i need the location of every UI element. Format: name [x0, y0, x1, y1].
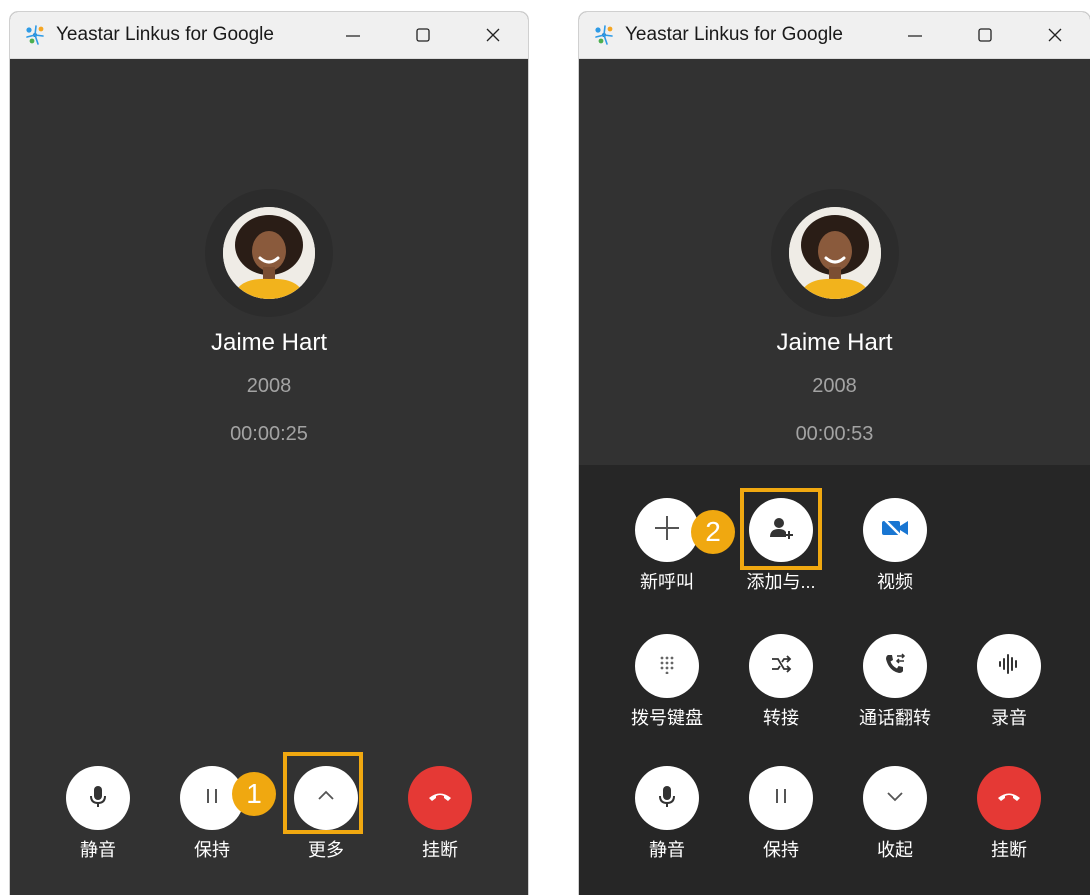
step-badge-1: 1	[232, 772, 276, 816]
hold-label: 保持	[763, 840, 799, 860]
record-icon	[997, 653, 1021, 680]
call-flip-label: 通话翻转	[859, 708, 931, 728]
video-button[interactable]	[863, 498, 927, 562]
hangup-label: 挂断	[422, 840, 458, 860]
hold-control: 保持	[731, 766, 831, 862]
record-control: 录音	[959, 634, 1059, 730]
maximize-icon[interactable]	[950, 12, 1020, 59]
hang-up-icon	[427, 789, 453, 808]
mute-button[interactable]	[66, 766, 130, 830]
collapse-label: 收起	[877, 840, 913, 860]
video-off-icon	[880, 517, 910, 544]
close-icon[interactable]	[458, 12, 528, 59]
more-button-highlight	[283, 752, 363, 834]
caller-extension: 2008	[246, 375, 292, 397]
pause-icon	[770, 785, 792, 812]
mute-button[interactable]	[635, 766, 699, 830]
call-timer: 00:00:25	[230, 423, 308, 445]
minimize-icon[interactable]	[880, 12, 950, 59]
plus-icon	[652, 513, 682, 548]
close-icon[interactable]	[1020, 12, 1090, 59]
more-label: 更多	[308, 840, 344, 860]
call-flip-icon	[883, 652, 907, 681]
dialpad-icon	[657, 654, 677, 679]
maximize-icon[interactable]	[388, 12, 458, 59]
hangup-control: 挂断	[959, 766, 1059, 862]
title-bar: Yeastar Linkus for Google	[579, 12, 1090, 59]
mute-label: 静音	[649, 840, 685, 860]
transfer-label: 转接	[763, 708, 799, 728]
microphone-icon	[85, 783, 111, 814]
app-logo-icon	[593, 24, 615, 46]
mute-control: 静音	[617, 766, 717, 862]
pause-icon	[201, 785, 223, 812]
call-timer: 00:00:53	[795, 423, 874, 445]
call-flip-control: 通话翻转	[845, 634, 945, 730]
call-flip-button[interactable]	[863, 634, 927, 698]
add-participant-label: 添加与...	[746, 572, 816, 592]
avatar	[788, 207, 881, 299]
microphone-icon	[654, 783, 680, 814]
window-title: Yeastar Linkus for Google	[625, 24, 843, 45]
record-label: 录音	[991, 708, 1027, 728]
hold-button[interactable]	[749, 766, 813, 830]
hangup-button[interactable]	[977, 766, 1041, 830]
call-window-1: Yeastar Linkus for Google Jaime Hart 200…	[10, 12, 528, 895]
avatar	[223, 207, 315, 299]
transfer-icon	[770, 653, 792, 680]
add-participant-highlight	[740, 488, 822, 570]
mute-label: 静音	[80, 840, 116, 860]
video-control: 视频	[845, 498, 945, 594]
app-logo-icon	[24, 24, 46, 46]
new-call-button[interactable]	[635, 498, 699, 562]
record-button[interactable]	[977, 634, 1041, 698]
title-bar: Yeastar Linkus for Google	[10, 12, 528, 59]
minimize-icon[interactable]	[318, 12, 388, 59]
caller-name: Jaime Hart	[210, 329, 328, 356]
mute-control: 静音	[48, 766, 148, 862]
dialpad-label: 拨号键盘	[631, 708, 703, 728]
video-label: 视频	[877, 572, 913, 592]
caller-name: Jaime Hart	[776, 329, 893, 356]
collapse-button[interactable]	[863, 766, 927, 830]
hold-label: 保持	[194, 840, 230, 860]
hang-up-icon	[996, 789, 1022, 808]
caller-extension: 2008	[812, 375, 857, 397]
hangup-label: 挂断	[991, 840, 1027, 860]
transfer-control: 转接	[731, 634, 831, 730]
transfer-button[interactable]	[749, 634, 813, 698]
dialpad-control: 拨号键盘	[617, 634, 717, 730]
step-badge-2: 2	[691, 510, 735, 554]
hangup-control: 挂断	[390, 766, 490, 862]
dialpad-button[interactable]	[635, 634, 699, 698]
chevron-down-icon	[884, 785, 906, 812]
hangup-button[interactable]	[408, 766, 472, 830]
window-title: Yeastar Linkus for Google	[56, 24, 274, 45]
call-window-2: Yeastar Linkus for Google Jaime Hart 200…	[579, 12, 1090, 895]
collapse-control: 收起	[845, 766, 945, 862]
new-call-label: 新呼叫	[640, 572, 694, 592]
